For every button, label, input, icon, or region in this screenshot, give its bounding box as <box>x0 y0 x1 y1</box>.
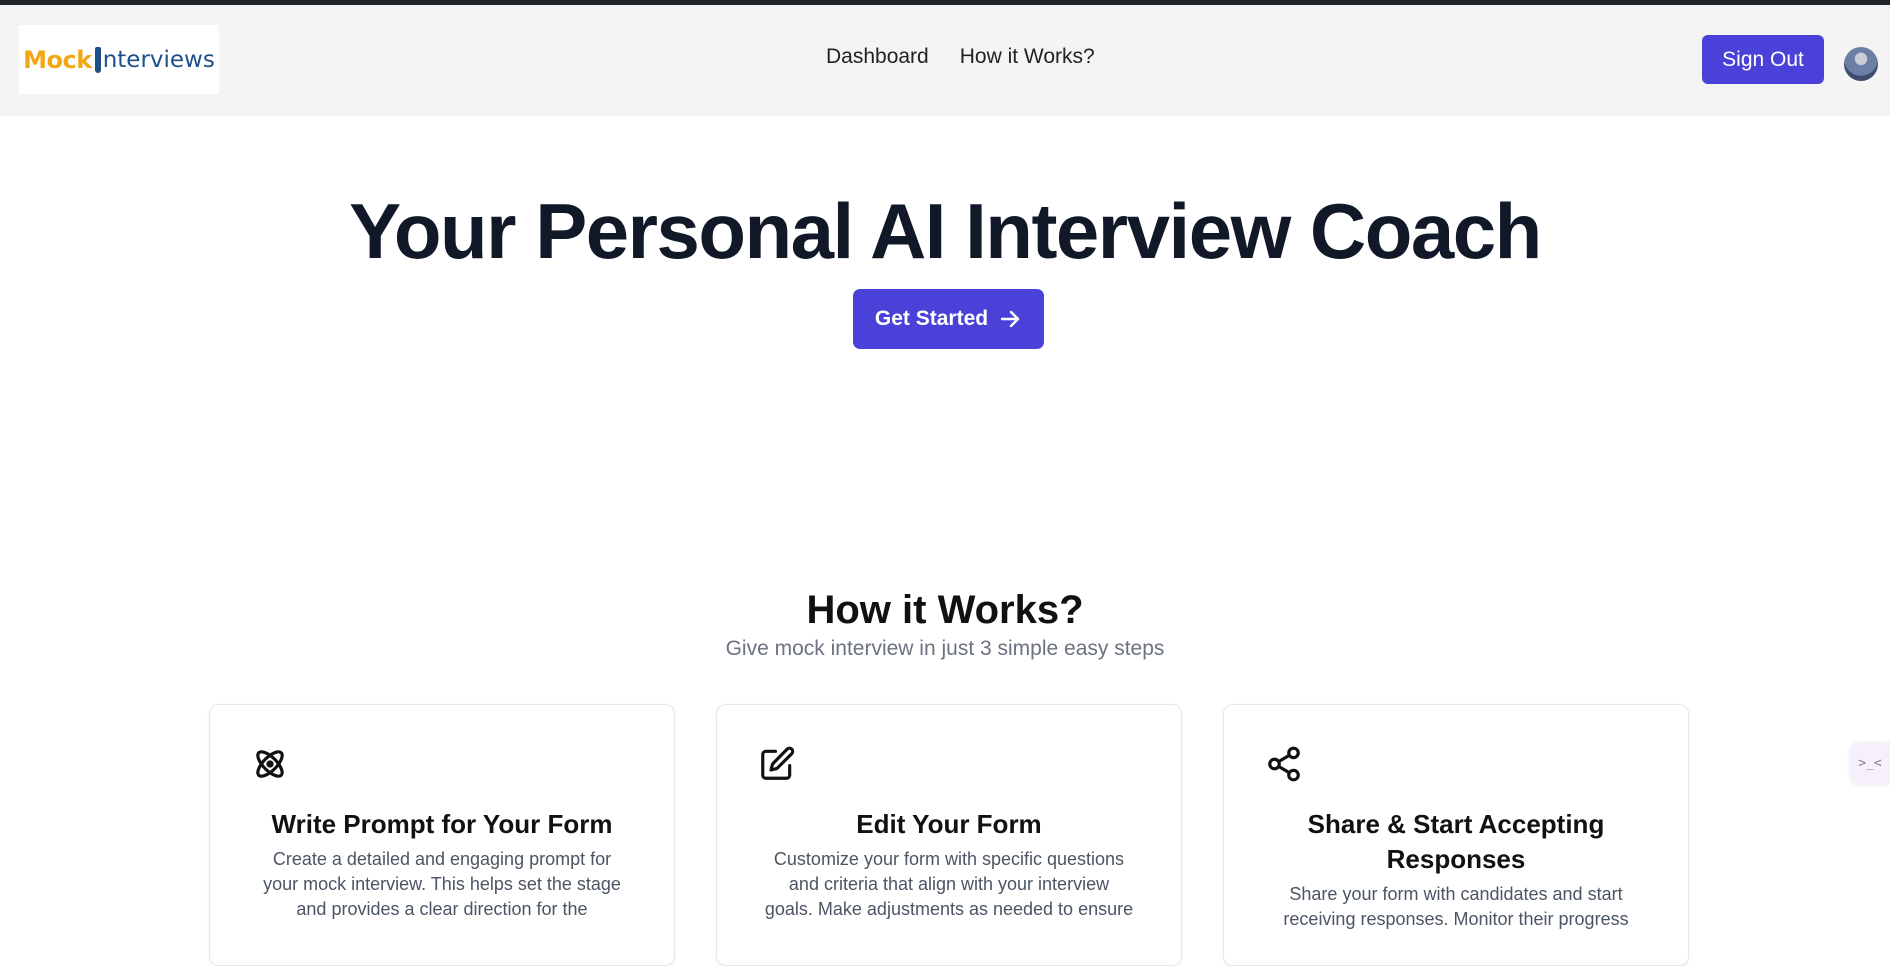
nav-link-how-it-works[interactable]: How it Works? <box>960 45 1095 69</box>
step-card-title-line2: Responses <box>1386 844 1526 874</box>
logo-text-mock: Mock <box>23 45 92 74</box>
step-card-text-line: and criteria that align with your interv… <box>788 874 1110 894</box>
navbar: Mock nterviews Dashboard How it Works? Si… <box>0 5 1890 116</box>
how-it-works-subtitle: Give mock interview in just 3 simple eas… <box>725 637 1165 660</box>
step-card-text-line: receiving responses. Monitor their progr… <box>1283 909 1629 929</box>
user-avatar[interactable] <box>1844 47 1878 81</box>
step-card-title: Edit Your Form <box>856 809 1042 839</box>
floating-widget-button[interactable]: >_< <box>1850 742 1890 784</box>
step-card-title: Write Prompt for Your Form <box>271 809 613 839</box>
share-icon <box>1268 746 1300 782</box>
step-card-write-prompt: Write Prompt for Your Form Create a deta… <box>209 704 675 966</box>
step-card-text-line: and provides a clear direction for the <box>296 899 588 919</box>
edit-icon <box>761 746 795 780</box>
step-card-text-line: Create a detailed and engaging prompt fo… <box>272 849 612 869</box>
get-started-label: Get Started <box>874 307 989 330</box>
sign-out-button[interactable]: Sign Out <box>1702 35 1824 84</box>
logo[interactable]: Mock nterviews <box>19 25 219 94</box>
main-nav: Dashboard How it Works? <box>826 45 1095 69</box>
step-card-share: Share & Start Accepting Responses Share … <box>1223 704 1689 966</box>
step-card-text-line: Customize your form with specific questi… <box>773 849 1125 869</box>
logo-text-interviews: nterviews <box>102 46 215 73</box>
tie-icon <box>94 46 101 73</box>
step-card-edit-form: Edit Your Form Customize your form with … <box>716 704 1182 966</box>
step-card-text-line: Share your form with candidates and star… <box>1289 884 1623 904</box>
nav-link-dashboard[interactable]: Dashboard <box>826 45 929 69</box>
step-card-text-line: goals. Make adjustments as needed to ens… <box>764 899 1134 919</box>
atom-icon <box>256 750 284 778</box>
step-card-text-line: your mock interview. This helps set the … <box>263 874 621 894</box>
floating-widget-glyph: >_< <box>1858 755 1882 771</box>
hero-title: Your Personal AI Interview Coach <box>349 187 1542 275</box>
get-started-button[interactable]: Get Started <box>853 289 1044 349</box>
step-card-title: Share & Start Accepting <box>1307 809 1605 839</box>
arrow-right-icon <box>1000 310 1020 328</box>
how-it-works-title: How it Works? <box>806 588 1084 632</box>
